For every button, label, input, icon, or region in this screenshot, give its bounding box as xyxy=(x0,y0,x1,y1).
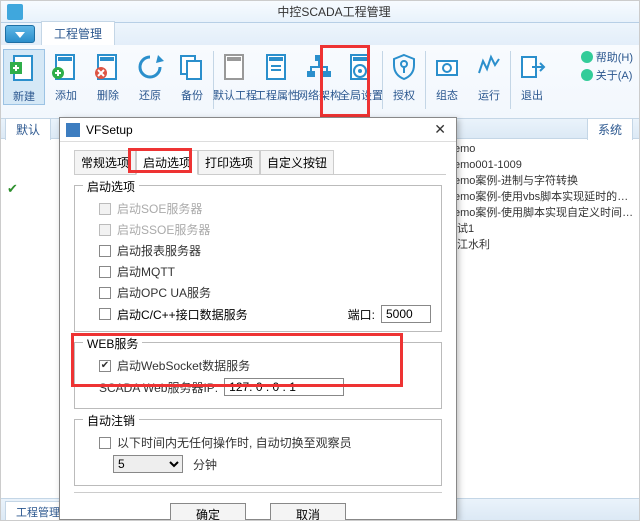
dialog-buttons: 确定 取消 xyxy=(60,503,456,521)
exit-label: 退出 xyxy=(521,87,543,103)
tab-general[interactable]: 常规选项 xyxy=(74,150,136,175)
project-attr-icon xyxy=(261,51,293,83)
auth-icon xyxy=(388,51,420,83)
about-link[interactable]: 关于(A) xyxy=(581,67,633,83)
delete-icon xyxy=(92,51,124,83)
window-title: 中控SCADA工程管理 xyxy=(29,3,639,20)
group-startup: 启动选项 启动SOE服务器 启动SSOE服务器 启动报表服务器 启动MQTT 启… xyxy=(74,185,442,332)
ribbon-tab-project[interactable]: 工程管理 xyxy=(41,21,115,45)
restore-icon xyxy=(134,51,166,83)
backup-label: 备份 xyxy=(181,87,203,103)
group-auto-logout: 自动注销 以下时间内无任何操作时, 自动切换至观察员 5 分钟 xyxy=(74,419,442,486)
tab-print[interactable]: 打印选项 xyxy=(198,150,260,175)
config-label: 组态 xyxy=(436,87,458,103)
network-arch-label: 网络架构 xyxy=(297,87,341,103)
chk-opcua[interactable]: 启动OPC UA服务 xyxy=(99,284,431,301)
exit-button[interactable]: 退出 xyxy=(511,49,553,103)
ribbon-tabstrip: 工程管理 xyxy=(1,23,639,45)
config-button[interactable]: 组态 xyxy=(426,49,468,103)
auth-button[interactable]: 授权 xyxy=(383,49,425,103)
chk-ccpp[interactable] xyxy=(99,308,111,320)
ok-button[interactable]: 确定 xyxy=(170,503,246,521)
dialog-title: VFSetup xyxy=(86,123,430,137)
chk-auto-logout[interactable]: 以下时间内无任何操作时, 自动切换至观察员 xyxy=(99,434,431,451)
ribbon: 新建 添加 删除 还原 备份 默认工程 工程属性 网络架构 xyxy=(1,45,639,119)
new-icon xyxy=(8,52,40,84)
dialog-tabs: 常规选项 启动选项 打印选项 自定义按钮 xyxy=(74,150,446,175)
close-icon[interactable]: ✕ xyxy=(430,121,450,138)
chk-ccpp-label: 启动C/C++接口数据服务 xyxy=(117,306,248,323)
port-input[interactable] xyxy=(381,305,431,323)
chk-mqtt[interactable]: 启动MQTT xyxy=(99,263,431,280)
run-label: 运行 xyxy=(478,87,500,103)
project-attr-label: 工程属性 xyxy=(255,87,299,103)
group-auto-legend: 自动注销 xyxy=(83,412,139,429)
project-tab-system[interactable]: 系统 xyxy=(587,118,633,140)
default-project-icon xyxy=(219,51,251,83)
run-button[interactable]: 运行 xyxy=(468,49,510,103)
add-button[interactable]: 添加 xyxy=(45,49,87,103)
help-links: 帮助(H) 关于(A) xyxy=(581,49,633,85)
tab-custom-btn[interactable]: 自定义按钮 xyxy=(260,150,334,175)
new-button[interactable]: 新建 xyxy=(3,49,45,105)
chk-ssoe: 启动SSOE服务器 xyxy=(99,221,431,238)
auth-label: 授权 xyxy=(393,87,415,103)
app-icon xyxy=(7,4,23,20)
new-label: 新建 xyxy=(13,88,35,104)
minutes-unit: 分钟 xyxy=(193,456,217,473)
help-link[interactable]: 帮助(H) xyxy=(581,49,633,65)
chk-report[interactable]: 启动报表服务器 xyxy=(99,242,431,259)
ip-label: SCADA Web服务器IP: xyxy=(99,379,218,396)
global-settings-label: 全局设置 xyxy=(339,87,383,103)
chk-soe: 启动SOE服务器 xyxy=(99,200,431,217)
group-web: WEB服务 ✔启动WebSocket数据服务 SCADA Web服务器IP: xyxy=(74,342,442,409)
dialog-separator xyxy=(74,492,442,493)
restore-label: 还原 xyxy=(139,87,161,103)
global-settings-icon xyxy=(345,51,377,83)
backup-icon xyxy=(176,51,208,83)
config-icon xyxy=(431,51,463,83)
main-titlebar: 中控SCADA工程管理 xyxy=(1,1,639,23)
chk-websocket[interactable]: ✔启动WebSocket数据服务 xyxy=(99,357,431,374)
group-startup-legend: 启动选项 xyxy=(83,178,139,195)
backup-button[interactable]: 备份 xyxy=(171,49,213,103)
global-settings-button[interactable]: 全局设置 xyxy=(340,49,382,103)
dialog-icon xyxy=(66,123,80,137)
project-attr-button[interactable]: 工程属性 xyxy=(256,49,298,103)
file-menu-button[interactable] xyxy=(5,25,35,43)
tab-startup[interactable]: 启动选项 xyxy=(136,150,198,175)
cancel-button[interactable]: 取消 xyxy=(270,503,346,521)
port-label: 端口: xyxy=(348,306,375,323)
minutes-select[interactable]: 5 xyxy=(113,455,183,473)
ip-input[interactable] xyxy=(224,378,344,396)
default-project-label: 默认工程 xyxy=(213,87,257,103)
network-icon xyxy=(303,51,335,83)
delete-label: 删除 xyxy=(97,87,119,103)
add-label: 添加 xyxy=(55,87,77,103)
restore-button[interactable]: 还原 xyxy=(129,49,171,103)
delete-button[interactable]: 删除 xyxy=(87,49,129,103)
network-arch-button[interactable]: 网络架构 xyxy=(298,49,340,103)
group-web-legend: WEB服务 xyxy=(83,335,142,352)
vfsetup-dialog: VFSetup ✕ 常规选项 启动选项 打印选项 自定义按钮 启动选项 启动SO… xyxy=(59,117,457,520)
exit-icon xyxy=(516,51,548,83)
check-icon: ✔ xyxy=(7,181,18,197)
default-project-button[interactable]: 默认工程 xyxy=(214,49,256,103)
add-icon xyxy=(50,51,82,83)
run-icon xyxy=(473,51,505,83)
project-tab-default[interactable]: 默认 xyxy=(5,118,51,140)
dialog-titlebar: VFSetup ✕ xyxy=(60,118,456,142)
